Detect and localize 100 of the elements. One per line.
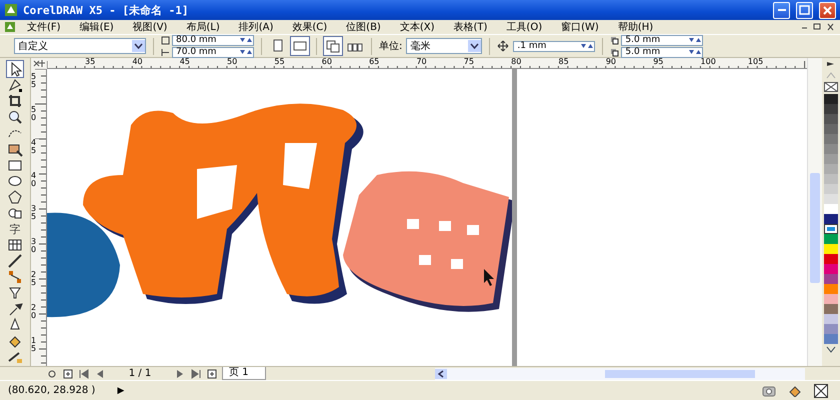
color-swatch[interactable] (824, 124, 838, 134)
polygon-tool-button[interactable] (7, 189, 23, 205)
color-swatch[interactable] (824, 114, 838, 124)
scroll-thumb[interactable] (810, 173, 820, 283)
color-swatch[interactable] (824, 254, 838, 264)
color-swatch[interactable] (824, 234, 838, 244)
last-page-icon[interactable] (190, 368, 202, 378)
ruler-label: 50 (31, 106, 39, 122)
blend-tool-button[interactable] (7, 285, 23, 301)
duplicate-x-field[interactable]: 5.0 mm (621, 34, 704, 46)
ruler-label: 80 (509, 58, 522, 66)
color-swatch[interactable] (824, 184, 838, 194)
color-swatch[interactable] (824, 274, 838, 284)
page-size-dropdown[interactable]: 自定义 (14, 38, 146, 54)
ruler-origin-icon[interactable] (31, 58, 47, 69)
width-field[interactable]: 80.0 mm (172, 34, 254, 46)
color-swatch[interactable] (824, 314, 838, 324)
eyedropper-tool-icon (7, 301, 23, 317)
duplicate-y-field[interactable]: 5.0 mm (621, 46, 704, 58)
crop-tool-icon (7, 93, 23, 109)
camera-icon (762, 384, 776, 396)
landscape-orientation-button[interactable] (291, 37, 309, 55)
shape-tool-icon (7, 77, 23, 93)
vertical-scrollbar[interactable] (807, 58, 822, 366)
menu-item[interactable]: 排列(A) (228, 20, 282, 34)
eyedropper-tool-button[interactable] (7, 301, 23, 317)
menu-item[interactable]: 文本(X) (388, 20, 442, 34)
ruler-label: 45 (178, 58, 190, 66)
color-swatch[interactable] (824, 94, 838, 104)
spin-arrows-icon (580, 43, 594, 49)
add-page-icon[interactable] (62, 368, 74, 378)
add-page-icon[interactable] (206, 368, 218, 378)
cursor-coordinates: (80.620, 28.928 ) (8, 385, 96, 396)
ruler-label: 100 (698, 58, 716, 66)
height-field[interactable]: 70.0 mm (172, 46, 254, 58)
color-swatch[interactable] (824, 174, 838, 184)
ruler-label: 65 (367, 58, 380, 66)
all-pages-button[interactable] (324, 37, 342, 55)
color-swatch[interactable] (824, 304, 838, 314)
ruler-label: 70 (414, 58, 427, 66)
color-swatch[interactable] (824, 224, 838, 234)
maximize-button[interactable] (796, 2, 813, 18)
menu-item[interactable]: 视图(V) (122, 20, 176, 34)
scroll-down-icon[interactable] (824, 344, 838, 354)
menu-item[interactable]: 布局(L) (175, 20, 228, 34)
color-swatch[interactable] (824, 284, 838, 294)
ruler-label: 35 (31, 205, 39, 221)
ruler-label: 105 (746, 58, 764, 66)
close-button[interactable] (819, 2, 836, 18)
menu-item[interactable]: 帮助(H) (606, 20, 662, 34)
ruler-label: 20 (31, 304, 39, 320)
text-tool[interactable]: 字 (7, 221, 23, 237)
expand-arrow[interactable]: ▶ (117, 386, 124, 396)
spin-arrows-icon (239, 37, 253, 43)
nudge-field[interactable]: .1 mm (513, 40, 596, 52)
menu-item[interactable]: 文件(F) (16, 20, 69, 34)
color-swatch[interactable] (824, 154, 838, 164)
unit-dropdown[interactable]: 毫米 (406, 38, 482, 54)
no-color-swatch[interactable] (824, 82, 838, 92)
document-window-controls-icon[interactable] (800, 22, 836, 32)
color-swatch[interactable] (824, 204, 838, 214)
table-tool-button[interactable] (7, 237, 23, 253)
scroll-thumb[interactable] (605, 370, 755, 378)
color-swatch[interactable] (824, 164, 838, 174)
color-swatch[interactable] (824, 194, 838, 204)
ruler-label: 90 (604, 58, 616, 66)
ruler-label: 35 (83, 58, 96, 66)
menu-item[interactable]: 编辑(E) (68, 20, 122, 34)
ruler-label: 75 (462, 58, 474, 66)
menu-item[interactable]: 窗口(W) (550, 20, 607, 34)
menu-item[interactable]: 位图(B) (335, 20, 389, 34)
color-swatch[interactable] (824, 244, 838, 254)
color-swatch[interactable] (824, 334, 838, 344)
color-swatch[interactable] (824, 264, 838, 274)
maximize-icon (797, 2, 812, 18)
color-swatch[interactable] (824, 134, 838, 144)
color-swatch[interactable] (824, 324, 838, 334)
crop-tool-button[interactable] (7, 93, 23, 109)
connector-tool-button[interactable] (7, 269, 23, 285)
horizontal-scrollbar[interactable] (435, 368, 805, 380)
first-page-icon[interactable] (78, 368, 90, 378)
menu-item[interactable]: 效果(C) (281, 20, 336, 34)
color-swatch[interactable] (824, 294, 838, 304)
menu-item[interactable]: 表格(T) (442, 20, 496, 34)
pick-tool-button[interactable] (7, 61, 23, 77)
color-swatch[interactable] (824, 104, 838, 114)
fill-bucket-icon[interactable] (788, 384, 802, 396)
minimize-button[interactable] (773, 2, 790, 18)
dimension-tool-button[interactable] (7, 253, 23, 269)
color-swatch[interactable] (824, 214, 838, 224)
page-tab[interactable]: 页 1 (222, 367, 266, 380)
menu-item[interactable]: 工具(O) (495, 20, 550, 34)
spin-arrows-icon (688, 37, 702, 43)
navigator-icon[interactable] (46, 368, 58, 378)
ellipse-tool-button[interactable] (7, 173, 23, 189)
no-outline-icon[interactable] (814, 384, 828, 398)
color-swatch[interactable] (824, 144, 838, 154)
scroll-left-icon[interactable] (435, 368, 447, 378)
shape-tool-button[interactable] (7, 77, 23, 93)
zoom-tool-button[interactable] (7, 109, 23, 125)
